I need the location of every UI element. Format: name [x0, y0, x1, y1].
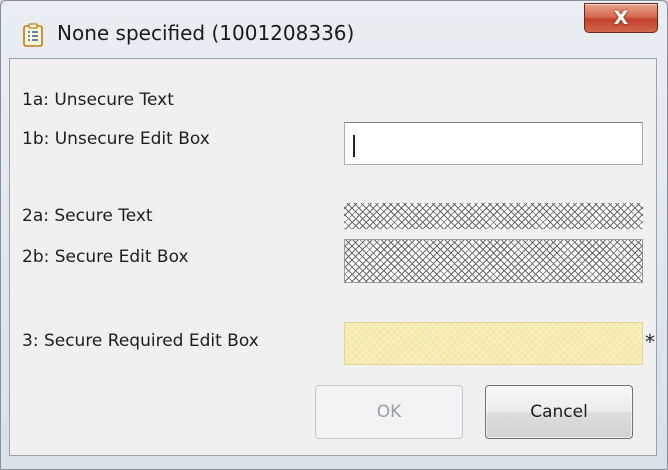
unsecure-edit-label: 1b: Unsecure Edit Box: [22, 129, 210, 149]
clipboard-document-icon: [23, 23, 43, 47]
close-button[interactable]: X: [584, 3, 658, 33]
text-caret: [353, 135, 355, 157]
secure-required-edit-box[interactable]: [344, 322, 643, 365]
close-icon: X: [613, 6, 629, 29]
secure-required-label: 3: Secure Required Edit Box: [22, 331, 259, 351]
dialog-window: None specified (1001208336) X 1a: Unsecu…: [0, 0, 668, 470]
title-bar[interactable]: None specified (1001208336) X: [1, 1, 667, 59]
secure-text-label: 2a: Secure Text: [22, 206, 153, 226]
unsecure-text-label: 1a: Unsecure Text: [22, 90, 174, 110]
secure-edit-box[interactable]: [344, 239, 643, 283]
dialog-content: 1a: Unsecure Text 1b: Unsecure Edit Box …: [9, 58, 657, 456]
unsecure-edit-box[interactable]: [344, 122, 643, 165]
required-marker: *: [645, 330, 655, 354]
secure-text-value: [344, 203, 643, 229]
cancel-button[interactable]: Cancel: [485, 385, 633, 439]
secure-edit-label: 2b: Secure Edit Box: [22, 247, 189, 267]
ok-button[interactable]: OK: [315, 385, 463, 439]
window-title: None specified (1001208336): [57, 21, 355, 45]
